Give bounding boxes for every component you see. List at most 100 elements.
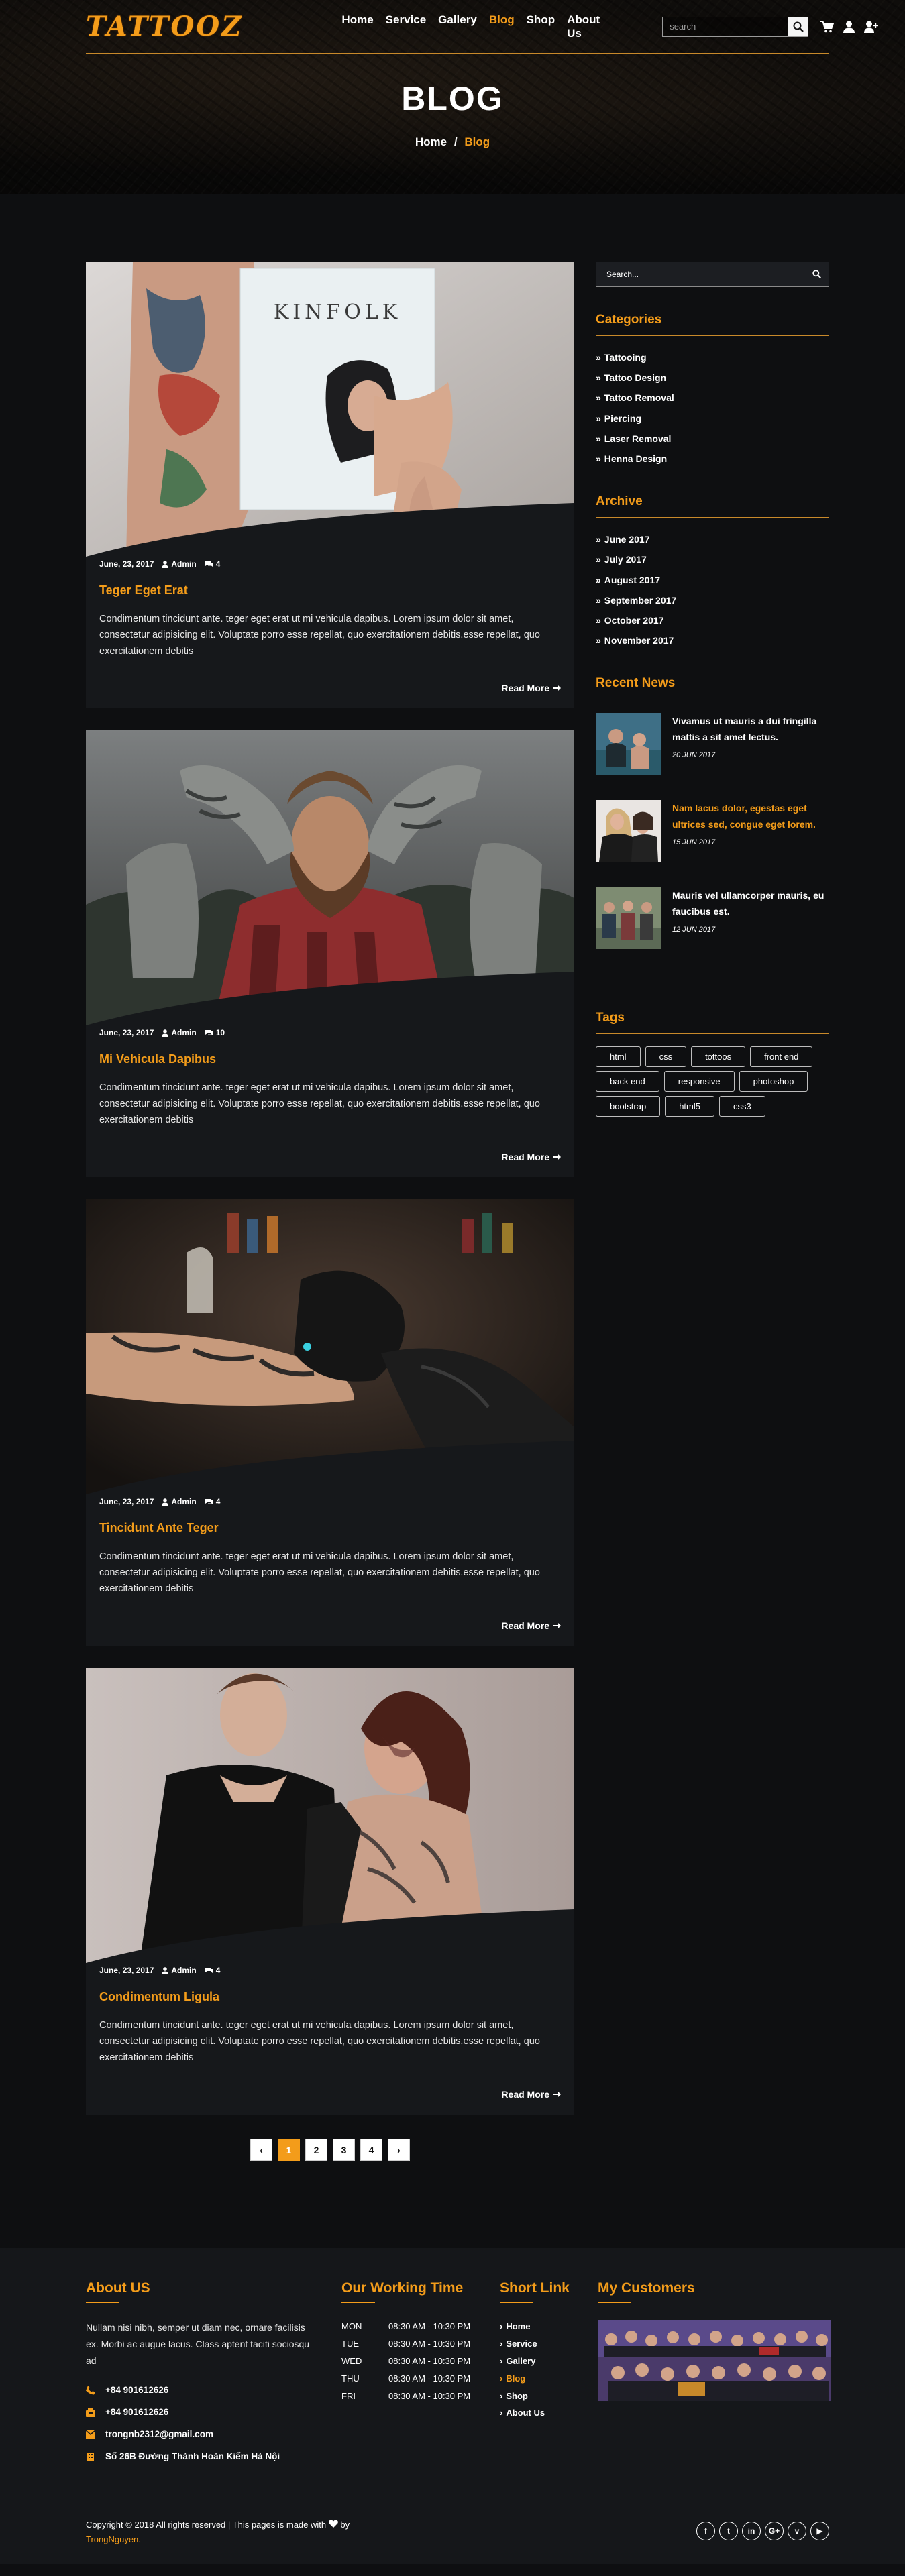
archive-item[interactable]: » October 2017 [596,610,829,630]
archive-item[interactable]: » August 2017 [596,570,829,590]
post-author[interactable]: Admin [162,1497,197,1506]
post-title[interactable]: Mi Vehicula Dapibus [99,1052,561,1066]
nav-shop[interactable]: Shop [521,13,562,40]
user-icon [162,1966,169,1974]
sidebar-search-input[interactable] [596,262,804,286]
tag[interactable]: css3 [719,1096,765,1117]
header-icons [820,20,879,33]
tag[interactable]: html [596,1046,641,1068]
author-link[interactable]: TrongNguyen. [86,2534,141,2544]
copyright: Copyright © 2018 All rights reserved | T… [86,2520,350,2544]
recent-news-item[interactable]: Nam lacus dolor, egestas eget ultrices s… [596,800,829,887]
main-content: KINFOLK June, 23, 2017 Admin 4 Teger Ege… [0,194,905,2248]
footer-link-service[interactable]: › Service [500,2335,598,2353]
category-item[interactable]: » Tattoo Design [596,368,829,388]
page-title: BLOG [401,80,504,117]
archive-title: Archive [596,494,829,518]
read-more-link[interactable]: Read More [501,1152,561,1162]
read-more-link[interactable]: Read More [501,2089,561,2100]
pagination-next[interactable]: › [388,2139,410,2161]
post-comments[interactable]: 4 [205,1966,220,1975]
search-icon[interactable] [788,17,808,36]
post-comments[interactable]: 4 [205,1497,220,1506]
nav-home[interactable]: Home [335,13,379,40]
tag[interactable]: responsive [663,1071,735,1093]
post-author[interactable]: Admin [162,1028,197,1038]
pagination-page-1[interactable]: 1 [278,2139,300,2161]
google-plus-icon[interactable]: G+ [765,2522,784,2540]
footer-link-shop[interactable]: › Shop [500,2387,598,2404]
working-hours-table: MON 08:30 AM - 10:30 PM TUE 08:30 AM - 10:… [341,2318,470,2404]
footer-link-blog[interactable]: › Blog [500,2369,598,2387]
post-author[interactable]: Admin [162,559,197,569]
contact-email[interactable]: trongnb2312@gmail.com [86,2423,317,2445]
double-chevron-icon: » [596,614,601,626]
user-plus-icon[interactable] [864,21,879,33]
logo[interactable]: TATTOOZ [86,11,243,42]
post-title[interactable]: Condimentum Ligula [99,1990,561,2004]
category-item[interactable]: » Henna Design [596,449,829,469]
tag[interactable]: tottoos [691,1046,746,1068]
post-title[interactable]: Tincidunt Ante Teger [99,1521,561,1535]
archive-item[interactable]: » July 2017 [596,549,829,569]
post-image[interactable] [86,1668,574,1963]
header-search-input[interactable] [663,17,788,36]
user-icon[interactable] [843,21,855,33]
post-image[interactable] [86,1199,574,1494]
recent-news-date: 15 JUN 2017 [672,838,716,847]
archive-item[interactable]: » September 2017 [596,590,829,610]
tag[interactable]: photoshop [739,1071,808,1093]
post-author[interactable]: Admin [162,1966,197,1975]
recent-news-title-text[interactable]: Nam lacus dolor, egestas eget ultrices s… [672,800,829,832]
nav-gallery[interactable]: Gallery [432,13,483,40]
read-more-link[interactable]: Read More [501,1620,561,1631]
tag[interactable]: front end [750,1046,813,1068]
breadcrumb-home[interactable]: Home [415,135,447,148]
twitter-icon[interactable]: t [719,2522,738,2540]
cart-icon[interactable] [820,20,835,33]
category-item[interactable]: » Tattoo Removal [596,388,829,408]
recent-news-item[interactable]: Vivamus ut mauris a dui fringilla mattis… [596,713,829,800]
customers-photo[interactable] [598,2320,831,2401]
archive-item[interactable]: » November 2017 [596,630,829,651]
facebook-icon[interactable]: f [696,2522,715,2540]
read-more-link[interactable]: Read More [501,683,561,693]
pagination-prev[interactable]: ‹ [250,2139,272,2161]
header-search [662,16,809,37]
search-icon[interactable] [804,270,829,278]
post-image[interactable] [86,730,574,1025]
pagination-page-2[interactable]: 2 [305,2139,327,2161]
nav-about-us[interactable]: About Us [561,13,606,40]
youtube-icon[interactable]: ▶ [810,2522,829,2540]
archive-item[interactable]: » June 2017 [596,529,829,549]
tag[interactable]: bootstrap [596,1096,661,1117]
post-excerpt: Condimentum tincidunt ante. teger eget e… [99,1551,540,1594]
category-item[interactable]: » Laser Removal [596,429,829,449]
vine-icon[interactable]: v [788,2522,806,2540]
customers-title: My Customers [598,2280,831,2303]
footer-link-home[interactable]: › Home [500,2318,598,2335]
pagination-page-4[interactable]: 4 [360,2139,382,2161]
post-comments[interactable]: 10 [205,1028,225,1038]
tag[interactable]: html5 [665,1096,714,1117]
recent-news-title-text[interactable]: Vivamus ut mauris a dui fringilla mattis… [672,713,829,745]
hours-row: MON 08:30 AM - 10:30 PM [341,2321,471,2332]
recent-news-title-text[interactable]: Mauris vel ullamcorper mauris, eu faucib… [672,887,829,919]
post-image[interactable]: KINFOLK [86,262,574,557]
category-item[interactable]: » Piercing [596,408,829,429]
tags-widget: Tags html css tottoos front end back end… [596,1011,829,1117]
nav-blog[interactable]: Blog [483,13,521,40]
nav-service[interactable]: Service [380,13,433,40]
post-comments[interactable]: 4 [205,559,220,569]
linkedin-icon[interactable]: in [742,2522,761,2540]
categories-list: » Tattooing » Tattoo Design » Tattoo Remova… [596,347,829,469]
tag[interactable]: back end [596,1071,659,1093]
recent-news-item[interactable]: Mauris vel ullamcorper mauris, eu faucib… [596,887,829,974]
tag[interactable]: css [645,1046,687,1068]
pagination-page-3[interactable]: 3 [333,2139,355,2161]
footer-link-gallery[interactable]: › Gallery [500,2353,598,2370]
footer-short-links: Short Link › Home › Service › Gallery › Blog… [500,2280,598,2467]
category-item[interactable]: » Tattooing [596,347,829,368]
footer-link-about-us[interactable]: › About Us [500,2404,598,2422]
post-title[interactable]: Teger Eget Erat [99,583,561,598]
